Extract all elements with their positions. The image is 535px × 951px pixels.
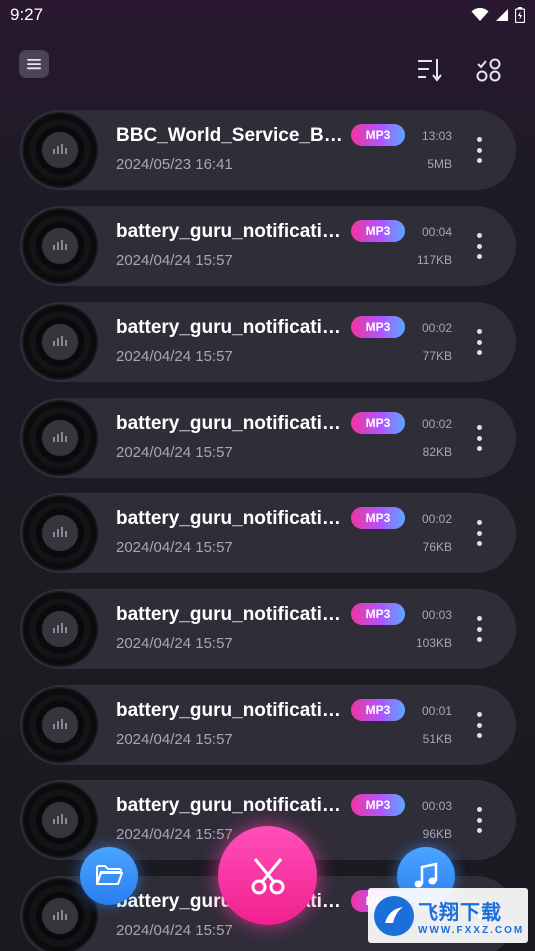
music-note-icon <box>414 862 438 888</box>
item-size: 51KB <box>422 732 452 746</box>
waveform-icon <box>53 144 67 154</box>
more-options-button[interactable] <box>472 807 486 833</box>
waveform-icon <box>53 910 67 920</box>
format-badge: MP3 <box>351 412 405 434</box>
watermark-text: 飞翔下载 <box>418 901 502 924</box>
item-date: 2024/04/24 15:57 <box>116 922 233 939</box>
item-size: 77KB <box>422 349 452 363</box>
wifi-icon <box>471 8 489 21</box>
item-date: 2024/04/24 15:57 <box>116 348 233 365</box>
list-item[interactable]: battery_guru_notification 2024/04/24 15:… <box>20 685 516 765</box>
multi-select-button[interactable] <box>475 56 503 84</box>
item-duration: 00:02 <box>421 417 452 431</box>
status-bar: 9:27 <box>0 0 535 30</box>
item-duration: 00:01 <box>421 704 452 718</box>
item-date: 2024/04/24 15:57 <box>116 539 233 556</box>
item-duration: 13:03 <box>421 129 452 143</box>
format-badge: MP3 <box>351 507 405 529</box>
status-icons <box>471 7 525 23</box>
status-time: 9:27 <box>10 5 44 24</box>
more-options-button[interactable] <box>472 616 486 642</box>
open-folder-button[interactable] <box>80 847 138 905</box>
watermark-logo-icon <box>374 895 414 936</box>
item-title: battery_guru_notification <box>116 413 344 434</box>
signal-icon <box>496 9 508 21</box>
item-size: 96KB <box>422 827 452 841</box>
vinyl-disc-icon <box>22 304 98 380</box>
more-options-button[interactable] <box>472 520 486 546</box>
list-item[interactable]: BBC_World_Service_BBC 2024/05/23 16:41 M… <box>20 110 516 190</box>
watermark: 飞翔下载 WWW.FXXZ.COM <box>368 888 528 943</box>
more-options-button[interactable] <box>472 233 486 259</box>
format-badge: MP3 <box>351 220 405 242</box>
item-duration: 00:02 <box>421 321 452 335</box>
item-title: battery_guru_notification <box>116 795 344 816</box>
format-badge: MP3 <box>351 603 405 625</box>
list-item[interactable]: battery_guru_notification 2024/04/24 15:… <box>20 589 516 669</box>
item-duration: 00:04 <box>421 225 452 239</box>
item-title: battery_guru_notification <box>116 700 344 721</box>
list-item[interactable]: battery_guru_notification 2024/04/24 15:… <box>20 493 516 573</box>
vinyl-disc-icon <box>22 687 98 763</box>
list-item[interactable]: battery_guru_notification 2024/04/24 15:… <box>20 398 516 478</box>
list-item[interactable]: battery_guru_notification 2024/04/24 15:… <box>20 206 516 286</box>
multi-select-icon <box>476 58 501 82</box>
watermark-url: WWW.FXXZ.COM <box>418 924 525 936</box>
waveform-icon <box>53 432 67 442</box>
waveform-icon <box>53 336 67 346</box>
vinyl-disc-icon <box>22 782 98 858</box>
item-date: 2024/04/24 15:57 <box>116 826 233 843</box>
format-badge: MP3 <box>351 794 405 816</box>
item-size: 5MB <box>427 157 452 171</box>
item-duration: 00:03 <box>421 608 452 622</box>
cut-audio-button[interactable] <box>218 826 317 925</box>
waveform-icon <box>53 814 67 824</box>
sort-icon <box>418 59 442 82</box>
item-duration: 00:02 <box>421 512 452 526</box>
sort-button[interactable] <box>416 56 444 84</box>
vinyl-disc-icon <box>22 112 98 188</box>
item-title: battery_guru_notification <box>116 317 344 338</box>
waveform-icon <box>53 240 67 250</box>
item-date: 2024/04/24 15:57 <box>116 444 233 461</box>
vinyl-disc-icon <box>22 495 98 571</box>
format-badge: MP3 <box>351 699 405 721</box>
scissors-icon <box>251 857 284 894</box>
item-date: 2024/04/24 15:57 <box>116 252 233 269</box>
vinyl-disc-icon <box>22 591 98 667</box>
item-duration: 00:03 <box>421 799 452 813</box>
top-bar <box>0 48 535 92</box>
waveform-icon <box>53 623 67 633</box>
item-date: 2024/05/23 16:41 <box>116 156 233 173</box>
item-date: 2024/04/24 15:57 <box>116 635 233 652</box>
waveform-icon <box>53 719 67 729</box>
more-options-button[interactable] <box>472 329 486 355</box>
item-title: battery_guru_notification <box>116 508 344 529</box>
list-item[interactable]: battery_guru_notification 2024/04/24 15:… <box>20 302 516 382</box>
format-badge: MP3 <box>351 124 405 146</box>
item-size: 76KB <box>422 540 452 554</box>
waveform-icon <box>53 527 67 537</box>
item-size: 117KB <box>416 253 452 267</box>
folder-icon <box>96 865 123 885</box>
vinyl-disc-icon <box>22 208 98 284</box>
format-badge: MP3 <box>351 316 405 338</box>
item-title: battery_guru_notification <box>116 604 344 625</box>
menu-icon <box>27 59 41 70</box>
vinyl-disc-icon <box>22 400 98 476</box>
item-size: 103KB <box>415 636 452 650</box>
item-title: BBC_World_Service_BBC <box>116 125 344 146</box>
more-options-button[interactable] <box>472 712 486 738</box>
more-options-button[interactable] <box>472 137 486 163</box>
menu-button[interactable] <box>19 50 49 78</box>
more-options-button[interactable] <box>472 425 486 451</box>
item-title: battery_guru_notification <box>116 221 344 242</box>
battery-icon <box>515 7 525 23</box>
item-size: 82KB <box>422 445 452 459</box>
item-date: 2024/04/24 15:57 <box>116 731 233 748</box>
